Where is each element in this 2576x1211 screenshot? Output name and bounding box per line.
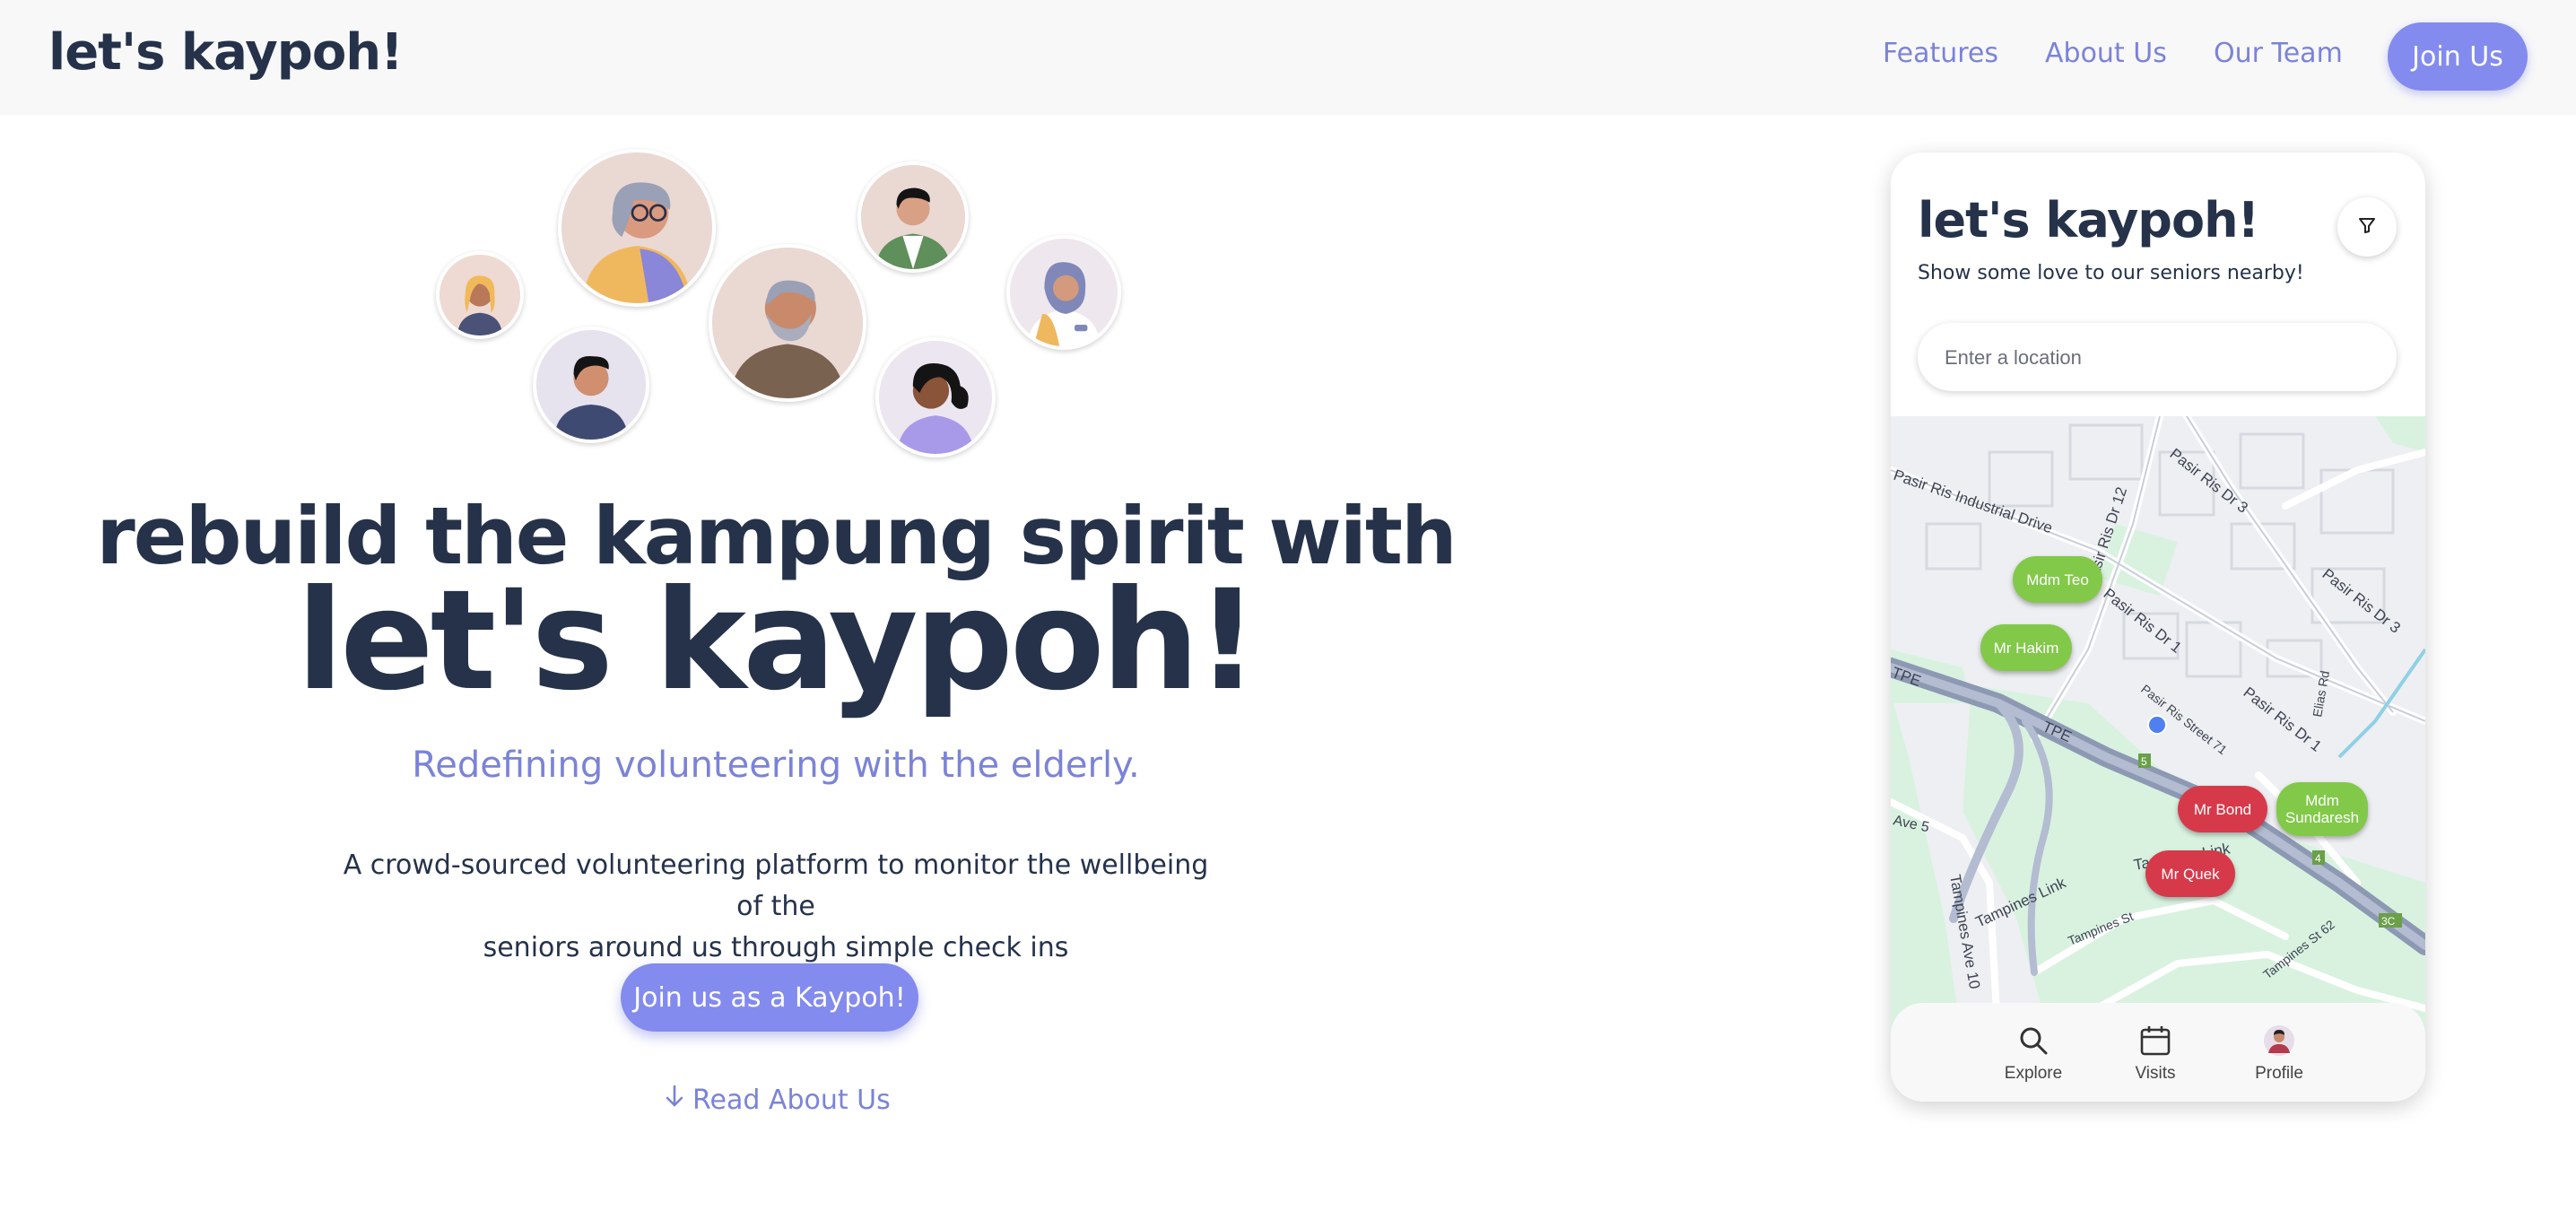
hero-title: let's kaypoh! xyxy=(296,561,1258,721)
nav-link-about-us[interactable]: About Us xyxy=(2045,38,2167,69)
bottom-nav-visits[interactable]: Visits xyxy=(2106,1023,2205,1084)
filter-icon xyxy=(2356,214,2378,240)
bottom-nav-profile[interactable]: Profile xyxy=(2230,1023,2328,1084)
marker-mr-quek[interactable]: Mr Quek xyxy=(2145,850,2235,897)
bottom-nav-profile-label: Profile xyxy=(2255,1064,2303,1083)
read-about-us-label: Read About Us xyxy=(692,1084,891,1116)
phone-subtitle: Show some love to our seniors nearby! xyxy=(1918,262,2304,284)
avatar-woman-hijab xyxy=(1006,235,1121,350)
map-exit-5: 5 xyxy=(2141,755,2147,768)
join-as-kaypoh-button[interactable]: Join us as a Kaypoh! xyxy=(621,963,918,1032)
marker-mdm-sundaresh[interactable]: Mdm Sundaresh xyxy=(2276,782,2368,836)
avatar-man-green-shirt xyxy=(857,161,969,273)
bottom-nav-visits-label: Visits xyxy=(2135,1064,2176,1083)
brand-logo[interactable]: let's kaypoh! xyxy=(48,23,404,82)
map-view[interactable]: Pasir Ris Industrial Drive Pasir Ris Dr … xyxy=(1891,416,2425,1044)
join-us-button[interactable]: Join Us xyxy=(2388,22,2528,91)
phone-bottom-nav: Explore Visits Profile xyxy=(1891,1003,2425,1102)
location-search-box[interactable] xyxy=(1918,323,2397,393)
avatar-blonde-woman xyxy=(436,251,524,339)
hero-description: A crowd-sourced volunteering platform to… xyxy=(327,845,1224,969)
filter-button[interactable] xyxy=(2337,197,2397,257)
marker-mr-bond[interactable]: Mr Bond xyxy=(2178,786,2267,832)
marker-mr-hakim[interactable]: Mr Hakim xyxy=(1980,624,2072,671)
top-navbar: let's kaypoh! Features About Us Our Team… xyxy=(0,0,2576,115)
search-icon xyxy=(1984,1023,2083,1059)
bottom-nav-explore-label: Explore xyxy=(2004,1064,2063,1083)
map-exit-4: 4 xyxy=(2315,852,2321,865)
avatar-woman-curly-hair xyxy=(875,337,996,457)
marker-mdm-teo[interactable]: Mdm Teo xyxy=(2013,556,2102,603)
arrow-down-icon xyxy=(664,1084,685,1116)
location-search-input[interactable] xyxy=(1943,323,2377,393)
calendar-icon xyxy=(2106,1023,2205,1059)
hero-description-line-1: A crowd-sourced volunteering platform to… xyxy=(343,849,1209,922)
phone-mockup: let's kaypoh! Show some love to our seni… xyxy=(1891,152,2425,1102)
profile-avatar-icon xyxy=(2230,1023,2328,1059)
nav-link-our-team[interactable]: Our Team xyxy=(2214,38,2343,69)
read-about-us-link[interactable]: Read About Us xyxy=(664,1084,891,1116)
avatar-young-man xyxy=(533,327,649,443)
avatar-elderly-man-beard xyxy=(709,244,866,402)
hero-subtitle: Redefining volunteering with the elderly… xyxy=(412,745,1140,786)
map-exit-3c: 3C xyxy=(2381,915,2396,928)
nav-link-features[interactable]: Features xyxy=(1883,38,1998,69)
bottom-nav-explore[interactable]: Explore xyxy=(1984,1023,2083,1084)
phone-brand-title: let's kaypoh! xyxy=(1918,192,2259,248)
avatar-elderly-woman-glasses xyxy=(558,149,716,307)
